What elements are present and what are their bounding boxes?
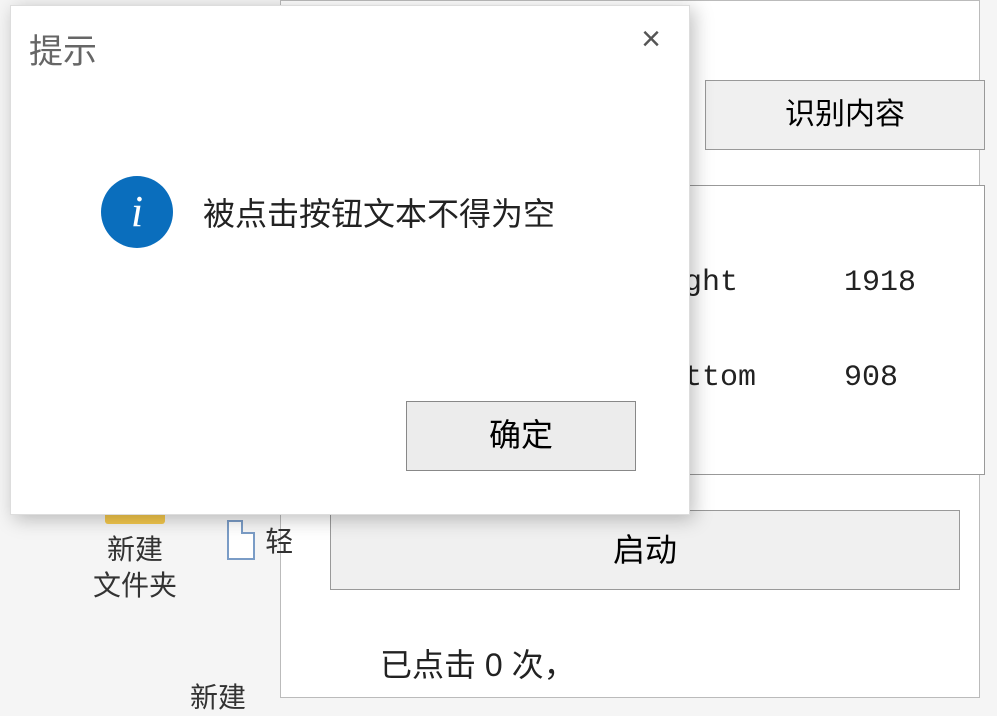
ok-button-label: 确定 bbox=[489, 417, 553, 453]
file-label: 轻 bbox=[265, 526, 293, 557]
coord-right-value: 1918 bbox=[844, 266, 934, 300]
dialog-message: 被点击按钮文本不得为空 bbox=[203, 189, 555, 235]
new-folder-partial-label: 新建 bbox=[190, 676, 246, 716]
document-icon bbox=[227, 520, 255, 560]
start-button[interactable]: 启动 bbox=[330, 510, 960, 590]
coord-bottom-value: 908 bbox=[844, 361, 934, 395]
start-button-label: 启动 bbox=[613, 532, 677, 568]
recognize-button[interactable]: 识别内容 bbox=[705, 80, 985, 150]
dialog-title: 提示 bbox=[29, 24, 97, 73]
info-glyph: i bbox=[131, 190, 143, 234]
info-icon: i bbox=[101, 176, 173, 248]
folder-label: 新建 文件夹 bbox=[80, 532, 190, 604]
coord-bottom-row: ottom 908 bbox=[666, 361, 934, 395]
close-button[interactable]: × bbox=[631, 21, 671, 61]
alert-dialog: 提示 × i 被点击按钮文本不得为空 确定 bbox=[10, 5, 690, 515]
dialog-body: i 被点击按钮文本不得为空 bbox=[101, 176, 555, 248]
click-count-status: 已点击 0 次， bbox=[380, 640, 576, 686]
close-icon: × bbox=[641, 20, 661, 58]
file-icon-row[interactable]: 轻 bbox=[200, 520, 320, 560]
recognize-button-label: 识别内容 bbox=[785, 98, 905, 131]
coord-right-row: ight 1918 bbox=[666, 266, 934, 300]
ok-button[interactable]: 确定 bbox=[406, 401, 636, 471]
